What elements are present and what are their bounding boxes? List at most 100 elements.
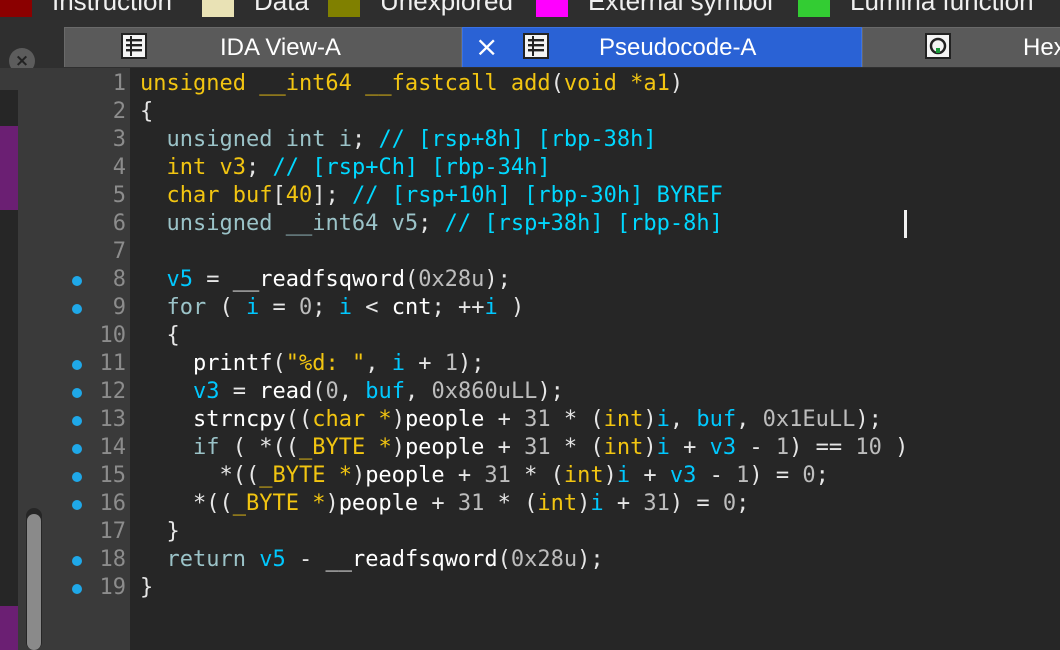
tab-hex-view[interactable]: Hex [862,27,1060,67]
breakpoint-dot-icon[interactable] [72,584,82,594]
code-line[interactable]: 11 printf("%d: ", i + 1); [56,350,1060,378]
legend-label: Instruction [52,0,172,16]
code-token: 31 [457,491,485,516]
line-number: 4 [112,155,126,180]
breakpoint-dot-icon[interactable] [72,556,82,566]
code-token: v3 [192,379,220,404]
line-number: 12 [99,379,127,404]
code-line[interactable]: 13 strncpy((char *)people + 31 * (int)i,… [56,406,1060,434]
code-token: ) = [669,491,723,516]
code-line[interactable]: 5 char buf[40]; // [rsp+10h] [rbp-30h] B… [56,182,1060,210]
code-token: int [603,407,644,432]
code-token: void * [563,71,644,96]
code-line[interactable]: 17 } [56,518,1060,546]
breakpoint-dot-icon[interactable] [72,388,82,398]
code-line[interactable]: 18 return v5 - __readfsqword(0x28u); [56,546,1060,574]
code-line[interactable]: 9 for ( i = 0; i < cnt; ++i ) [56,294,1060,322]
code-token: ) == [789,435,856,460]
code-token: i [590,491,604,516]
code-token: ; [418,211,445,236]
legend-label: External symbol [588,0,773,16]
code-token: 10 [855,435,882,460]
code-line[interactable]: 6 unsigned __int64 v5; // [rsp+38h] [rbp… [56,210,1060,238]
tab-pseudocode-a[interactable]: × Pseudocode-A [462,27,862,67]
code-token: people [404,407,485,432]
code-line[interactable]: 7 [56,238,1060,266]
code-token: ( [272,351,286,376]
code-token: i [338,127,352,152]
breakpoint-dot-icon[interactable] [72,444,82,454]
code-text: *((_BYTE *)people + 31 * (int)i + 31) = … [140,490,749,518]
code-token: } [166,519,180,544]
code-line[interactable]: 16 *((_BYTE *)people + 31 * (int)i + 31)… [56,490,1060,518]
strip-segment [0,210,18,606]
vertical-scrollbar[interactable] [26,508,42,650]
tab-label: Hex [1023,34,1060,61]
code-token: ( [497,547,511,572]
code-token: i [656,407,670,432]
code-token: people [404,435,485,460]
code-token: *(( [140,491,233,516]
code-token: *(( [140,463,260,488]
code-token: buf [696,407,737,432]
tab-ida-view-a[interactable]: IDA View-A [64,27,462,67]
code-token: unsigned __int64 [166,211,392,236]
code-token: < [352,295,392,320]
code-token: ( [312,379,326,404]
breakpoint-dot-icon[interactable] [72,304,82,314]
breakpoint-dot-icon[interactable] [72,276,82,286]
code-line[interactable]: 14 if ( *((_BYTE *)people + 31 * (int)i … [56,434,1060,462]
code-token: ) [643,435,657,460]
listing-icon [121,33,147,59]
code-token: , [736,407,763,432]
breakpoint-dot-icon[interactable] [72,472,82,482]
code-line[interactable]: 2{ [56,98,1060,126]
code-line[interactable]: 15 *((_BYTE *)people + 31 * (int)i + v3 … [56,462,1060,490]
code-token: int [166,155,220,180]
breakpoint-dot-icon[interactable] [72,360,82,370]
listing-icon [523,33,549,59]
code-text: *((_BYTE *)people + 31 * (int)i + v3 - 1… [140,462,829,490]
line-number: 18 [99,547,127,572]
code-token: * ( [550,407,604,432]
code-text: unsigned __int64 v5; // [rsp+38h] [rbp-8… [140,210,723,238]
color-legend: Instruction Data Unexplored External symbol… [0,0,1060,20]
code-token: (( [285,407,313,432]
code-token: ; [245,155,273,180]
legend-label: Unexplored [380,0,513,16]
code-token: 1 [775,435,790,460]
code-token: _BYTE * [232,491,326,516]
scrollbar-thumb[interactable] [27,514,41,650]
code-token: ) = [749,463,803,488]
code-line[interactable]: 10 { [56,322,1060,350]
code-line[interactable]: 19} [56,574,1060,602]
code-line[interactable]: 8 v5 = __readfsqword(0x28u); [56,266,1060,294]
breakpoint-dot-icon[interactable] [72,500,82,510]
code-token: { [140,99,154,124]
code-token: = [193,267,233,292]
code-line[interactable]: 12 v3 = read(0, buf, 0x860uLL); [56,378,1060,406]
code-text: strncpy((char *)people + 31 * (int)i, bu… [140,406,882,434]
line-number: 6 [112,211,126,236]
code-token: ; [312,295,339,320]
code-token: ); [537,379,564,404]
code-token: + [630,463,670,488]
pseudocode-editor[interactable]: 1 unsigned __int64 __fastcall add(void *a… [56,68,1060,650]
close-tab-icon[interactable]: × [475,30,498,64]
code-token: ) [669,71,684,96]
code-line[interactable]: 3 unsigned int i; // [rsp+8h] [rbp-38h] [56,126,1060,154]
breakpoint-dot-icon[interactable] [72,416,82,426]
code-token: ( *(( [219,435,299,460]
strip-segment [0,126,18,210]
code-token: ; [351,127,379,152]
code-line[interactable]: 1 unsigned __int64 __fastcall add(void *a… [56,70,1060,98]
code-token: printf [192,351,273,376]
code-line[interactable]: 4 int v3; // [rsp+Ch] [rbp-34h] [56,154,1060,182]
code-token: people [365,463,445,488]
code-token: ) [603,463,617,488]
code-token: ; [815,463,829,488]
legend-swatch [0,0,32,17]
